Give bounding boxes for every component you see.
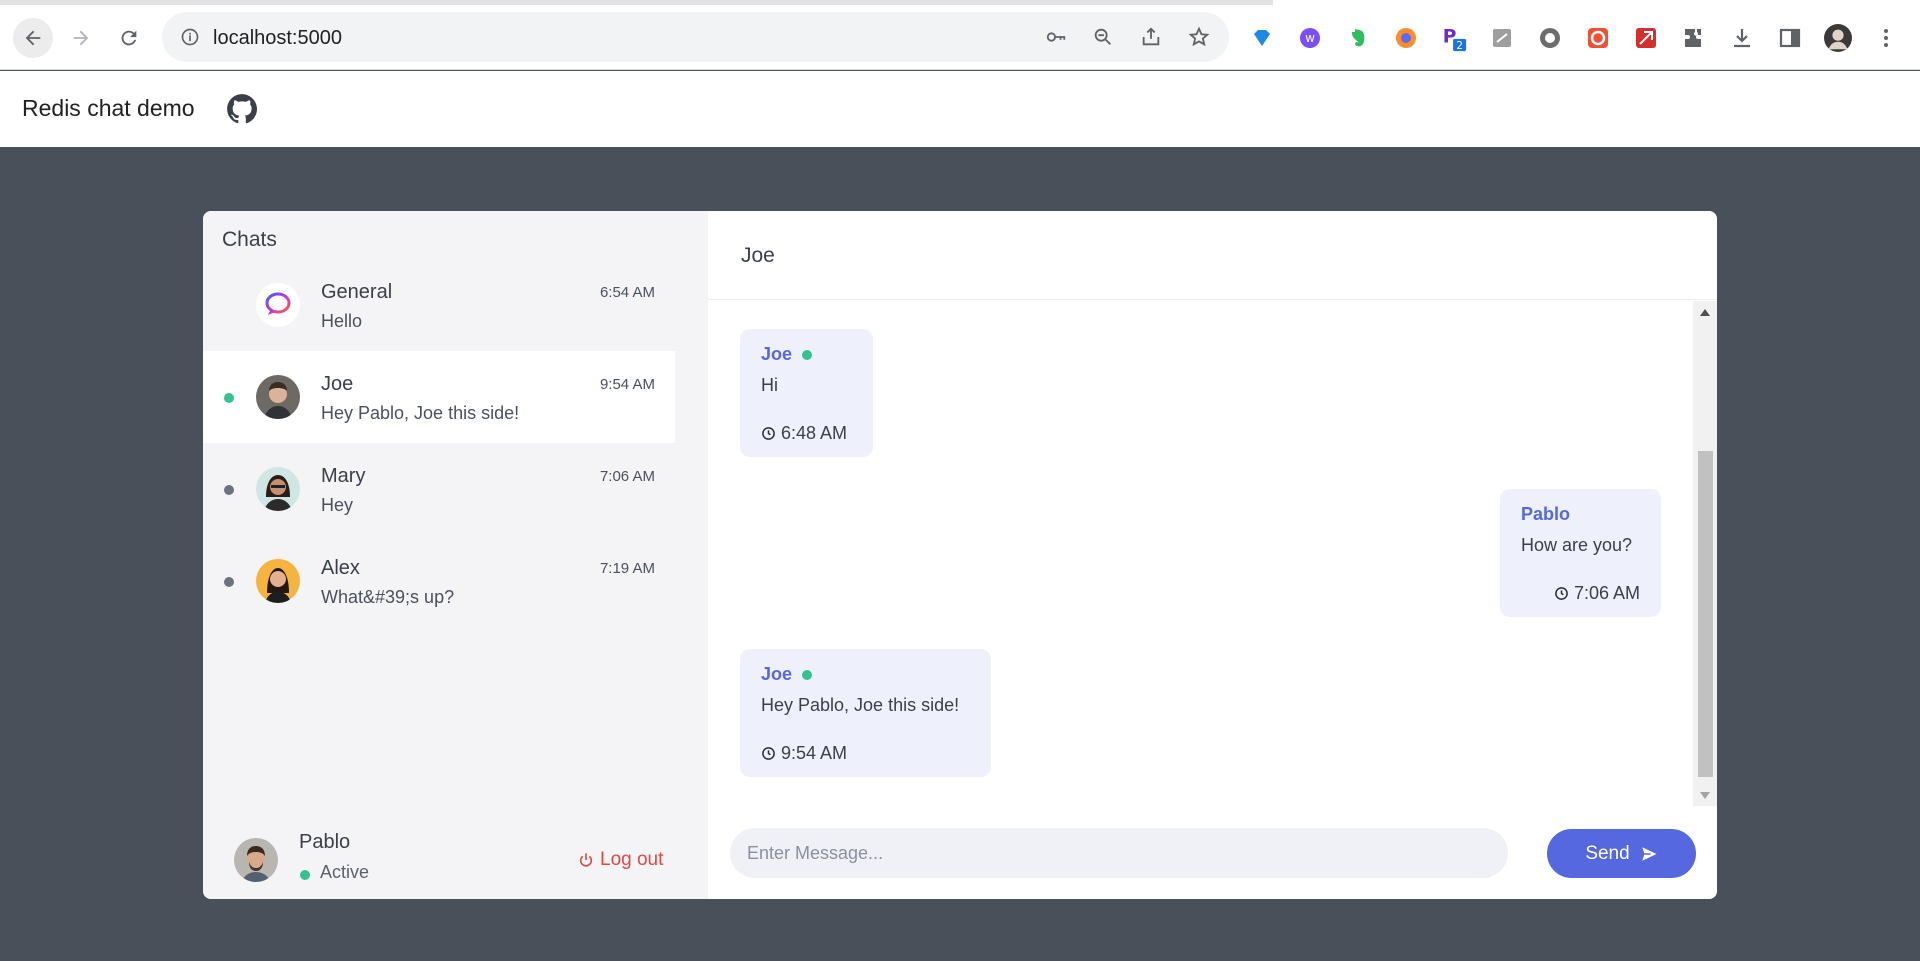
logout-label: Log out (600, 849, 664, 870)
message-bubble: Joe Hey Pablo, Joe this side! 9:54 AM (740, 649, 991, 777)
message-time-text: 6:48 AM (781, 423, 848, 443)
send-arrow-icon (1641, 846, 1657, 861)
message-scrollbar[interactable] (1693, 301, 1717, 806)
message-time: 9:54 AM (761, 743, 847, 764)
message-text: Hi (761, 375, 778, 395)
profile-avatar-icon[interactable] (1824, 24, 1852, 52)
key-icon[interactable] (1044, 25, 1068, 49)
online-status-dot (224, 393, 234, 403)
conversation-header: Joe (708, 211, 1717, 300)
chat-sidebar: Chats General Hello 6:54 AM Joe Hey Pabl… (203, 211, 708, 899)
notes-extension-icon[interactable] (1488, 24, 1516, 52)
message-input[interactable] (730, 828, 1508, 878)
chat-name: Mary (321, 465, 366, 487)
zoom-out-icon[interactable] (1091, 25, 1115, 49)
general-chat-icon (256, 283, 300, 327)
extension-badge: 2 (1456, 40, 1463, 52)
reload-icon (121, 30, 137, 46)
url-text[interactable]: localhost:5000 (213, 27, 342, 50)
sidebar-title: Chats (222, 228, 277, 251)
message-sender: Joe (761, 664, 793, 684)
back-button[interactable] (13, 18, 53, 58)
mary-avatar (256, 467, 300, 511)
chat-name: Alex (321, 557, 360, 579)
joe-avatar (256, 375, 300, 419)
send-button[interactable]: Send (1547, 829, 1696, 878)
red-circle-extension-icon[interactable] (1584, 24, 1612, 52)
current-user-status: Active (320, 862, 370, 882)
chat-preview: What&#39;s up? (321, 587, 455, 607)
offline-status-dot (224, 485, 234, 495)
chat-name: Joe (321, 373, 354, 395)
side-panel-icon[interactable] (1776, 24, 1804, 52)
chat-time: 6:54 AM (599, 284, 655, 301)
power-icon (579, 853, 593, 867)
chat-time: 9:54 AM (599, 376, 655, 393)
logout-button[interactable]: Log out (578, 849, 663, 871)
app-title: Redis chat demo (22, 95, 195, 121)
message-time-text: 7:06 AM (1573, 583, 1640, 603)
firefox-extension-icon[interactable] (1392, 24, 1420, 52)
share-icon[interactable] (1139, 25, 1163, 49)
reload-button[interactable] (109, 18, 149, 58)
conversation-title: Joe (741, 244, 775, 267)
conversation-panel: Joe Joe Hi 6:48 AM Pablo How are you? 7:… (708, 211, 1717, 899)
scroll-down-arrow[interactable] (1700, 792, 1710, 799)
message-sender: Joe (761, 344, 793, 364)
message-list: Joe Hi 6:48 AM Pablo How are you? 7:06 A… (708, 301, 1693, 806)
shield-extension-icon[interactable] (1536, 24, 1564, 52)
browser-toolbar: localhost:5000 w P2 (0, 0, 1920, 70)
chat-time: 7:19 AM (599, 560, 655, 577)
message-bubble: Pablo How are you? 7:06 AM (1500, 489, 1661, 617)
message-text: Hey Pablo, Joe this side! (761, 695, 960, 715)
send-label: Send (1585, 842, 1630, 864)
message-bubble: Joe Hi 6:48 AM (740, 329, 873, 457)
forward-button[interactable] (61, 18, 101, 58)
chat-item-joe[interactable]: Joe Hey Pablo, Joe this side! 9:54 AM (203, 351, 675, 443)
clock-icon (1555, 587, 1568, 600)
message-sender: Pablo (1521, 504, 1571, 524)
evernote-extension-icon[interactable] (1344, 24, 1372, 52)
message-time-text: 9:54 AM (781, 743, 848, 763)
offline-status-dot (224, 577, 234, 587)
message-time: 7:06 AM (1554, 583, 1640, 604)
online-status-dot (802, 350, 812, 360)
app-header: Redis chat demo (0, 71, 1920, 147)
svg-text:w: w (1305, 31, 1315, 45)
chat-name: General (321, 281, 393, 303)
chat-card: Chats General Hello 6:54 AM Joe Hey Pabl… (203, 211, 1717, 899)
chat-preview: Hey (321, 495, 354, 515)
scroll-up-arrow[interactable] (1700, 309, 1710, 316)
chat-preview: Hello (321, 311, 363, 331)
diamond-extension-icon[interactable] (1248, 24, 1276, 52)
puzzle-icon[interactable] (1680, 24, 1708, 52)
message-time: 6:48 AM (761, 423, 847, 444)
scroll-thumb[interactable] (1698, 451, 1713, 777)
chat-time: 7:06 AM (599, 468, 655, 485)
clock-icon (762, 747, 775, 760)
info-icon[interactable] (180, 27, 200, 47)
github-icon[interactable] (225, 92, 259, 126)
message-text: How are you? (1521, 535, 1633, 555)
chat-item-general[interactable]: General Hello 6:54 AM (203, 259, 675, 351)
arrow-right-icon (73, 30, 89, 46)
download-icon[interactable] (1728, 24, 1756, 52)
chat-item-alex[interactable]: Alex What&#39;s up? 7:19 AM (203, 535, 675, 627)
kebab-menu-icon[interactable] (1872, 24, 1900, 52)
p-extension-icon[interactable]: P2 (1440, 24, 1468, 52)
chat-item-mary[interactable]: Mary Hey 7:06 AM (203, 443, 675, 535)
alex-avatar (256, 559, 300, 603)
star-icon[interactable] (1187, 25, 1211, 49)
w-extension-icon[interactable]: w (1296, 24, 1324, 52)
pdf-extension-icon[interactable] (1632, 24, 1660, 52)
current-user-name: Pablo (299, 831, 351, 853)
current-user-avatar (234, 838, 278, 882)
tab-strip (0, 0, 1273, 5)
chat-preview: Hey Pablo, Joe this side! (321, 403, 520, 423)
clock-icon (762, 427, 775, 440)
online-status-dot (300, 870, 310, 880)
online-status-dot (802, 670, 812, 680)
arrow-left-icon (25, 30, 41, 46)
address-bar[interactable]: localhost:5000 (162, 12, 1229, 62)
